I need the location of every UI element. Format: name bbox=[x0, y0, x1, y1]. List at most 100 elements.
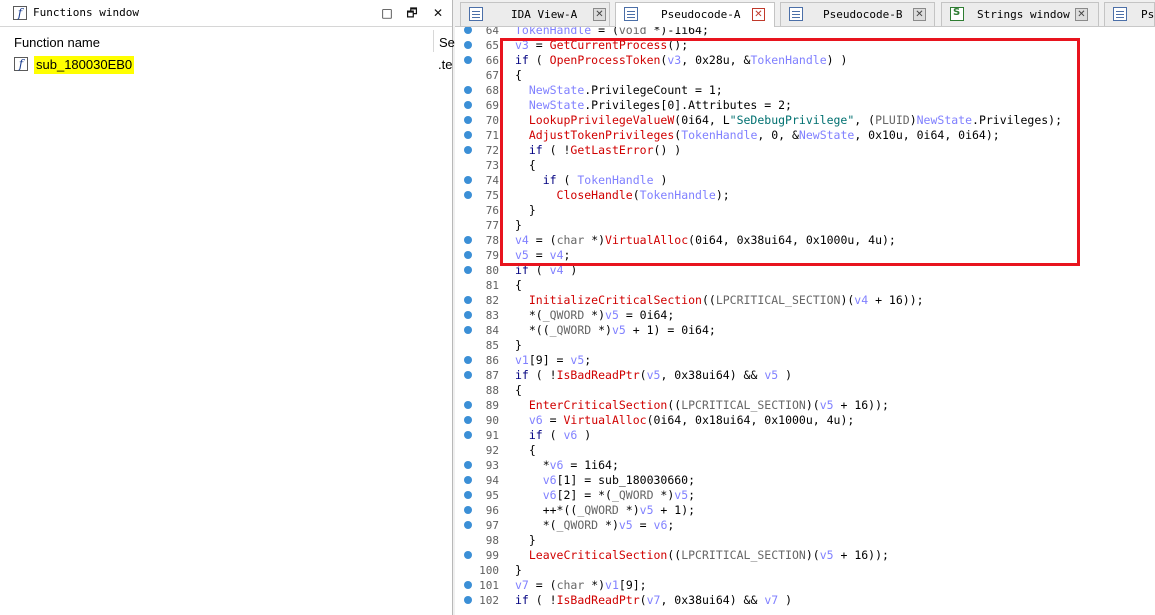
code-text[interactable]: *((_QWORD *)v5 + 1) = 0i64; bbox=[515, 323, 716, 338]
breakpoint-dot-icon[interactable] bbox=[464, 236, 472, 244]
close-tab-icon[interactable]: ✕ bbox=[593, 8, 606, 21]
tab-strings-window[interactable]: Strings window ✕ bbox=[941, 2, 1099, 26]
code-text[interactable]: CloseHandle(TokenHandle); bbox=[515, 188, 730, 203]
function-name[interactable]: sub_180030EB0 bbox=[34, 56, 135, 74]
code-line[interactable]: 71 AdjustTokenPrivileges(TokenHandle, 0,… bbox=[455, 128, 1155, 143]
float-window-icon[interactable]: 🗗 bbox=[404, 5, 420, 21]
column-header-segment[interactable]: Se bbox=[439, 35, 455, 50]
code-text[interactable]: } bbox=[515, 338, 522, 353]
code-line[interactable]: 66 if ( OpenProcessToken(v3, 0x28u, &Toke… bbox=[455, 53, 1155, 68]
breakpoint-dot-icon[interactable] bbox=[464, 56, 472, 64]
code-text[interactable]: NewState.Privileges[0].Attributes = 2; bbox=[515, 98, 792, 113]
code-line[interactable]: 74 if ( TokenHandle ) bbox=[455, 173, 1155, 188]
breakpoint-dot-icon[interactable] bbox=[464, 371, 472, 379]
code-text[interactable]: v6[2] = *(_QWORD *)v5; bbox=[515, 488, 695, 503]
code-text[interactable]: v6 = VirtualAlloc(0i64, 0x18ui64, 0x1000… bbox=[515, 413, 854, 428]
breakpoint-dot-icon[interactable] bbox=[464, 521, 472, 529]
code-text[interactable]: } bbox=[515, 218, 522, 233]
code-line[interactable]: 86 v1[9] = v5; bbox=[455, 353, 1155, 368]
code-line[interactable]: 99 LeaveCriticalSection((LPCRITICAL_SECT… bbox=[455, 548, 1155, 563]
code-text[interactable]: } bbox=[515, 533, 536, 548]
code-line[interactable]: 77} bbox=[455, 218, 1155, 233]
code-line[interactable]: 73 { bbox=[455, 158, 1155, 173]
functions-window-titlebar[interactable]: f Functions window □ 🗗 ✕ bbox=[0, 0, 452, 27]
code-text[interactable]: if ( v4 ) bbox=[515, 263, 577, 278]
code-text[interactable]: ++*((_QWORD *)v5 + 1); bbox=[515, 503, 695, 518]
code-text[interactable]: NewState.PrivilegeCount = 1; bbox=[515, 83, 723, 98]
code-text[interactable]: { bbox=[515, 158, 536, 173]
function-list-item[interactable]: f sub_180030EB0 .te bbox=[12, 56, 452, 74]
code-line[interactable]: 79 v5 = v4; bbox=[455, 248, 1155, 263]
code-line[interactable]: 82 InitializeCriticalSection((LPCRITICAL… bbox=[455, 293, 1155, 308]
breakpoint-dot-icon[interactable] bbox=[464, 326, 472, 334]
breakpoint-dot-icon[interactable] bbox=[464, 416, 472, 424]
code-line[interactable]: 69 NewState.Privileges[0].Attributes = 2… bbox=[455, 98, 1155, 113]
code-text[interactable]: TokenHandle = (void *)-1i64; bbox=[515, 27, 709, 38]
code-text[interactable]: *v6 = 1i64; bbox=[515, 458, 619, 473]
code-text[interactable]: { bbox=[515, 278, 522, 293]
pseudocode-view[interactable]: 64 TokenHandle = (void *)-1i64; 65 v3 = Get… bbox=[455, 27, 1155, 615]
breakpoint-dot-icon[interactable] bbox=[464, 101, 472, 109]
breakpoint-dot-icon[interactable] bbox=[464, 191, 472, 199]
code-text[interactable]: { bbox=[515, 68, 522, 83]
breakpoint-dot-icon[interactable] bbox=[464, 116, 472, 124]
breakpoint-dot-icon[interactable] bbox=[464, 356, 472, 364]
code-line[interactable]: 95 v6[2] = *(_QWORD *)v5; bbox=[455, 488, 1155, 503]
code-line[interactable]: 89 EnterCriticalSection((LPCRITICAL_SECT… bbox=[455, 398, 1155, 413]
code-text[interactable]: } bbox=[515, 563, 522, 578]
code-text[interactable]: *(_QWORD *)v5 = 0i64; bbox=[515, 308, 674, 323]
breakpoint-dot-icon[interactable] bbox=[464, 146, 472, 154]
code-line[interactable]: 92 { bbox=[455, 443, 1155, 458]
tab-pseudocode-a[interactable]: Pseudocode-A ✕ bbox=[615, 2, 775, 27]
breakpoint-dot-icon[interactable] bbox=[464, 506, 472, 514]
breakpoint-dot-icon[interactable] bbox=[464, 581, 472, 589]
breakpoint-dot-icon[interactable] bbox=[464, 431, 472, 439]
breakpoint-dot-icon[interactable] bbox=[464, 401, 472, 409]
code-line[interactable]: 93 *v6 = 1i64; bbox=[455, 458, 1155, 473]
tab-ida-view-a[interactable]: IDA View-A ✕ bbox=[460, 2, 610, 26]
breakpoint-dot-icon[interactable] bbox=[464, 596, 472, 604]
code-line[interactable]: 102 if ( !IsBadReadPtr(v7, 0x38ui64) && v… bbox=[455, 593, 1155, 608]
code-text[interactable]: LeaveCriticalSection((LPCRITICAL_SECTION… bbox=[515, 548, 889, 563]
code-text[interactable]: v1[9] = v5; bbox=[515, 353, 591, 368]
close-tab-icon[interactable]: ✕ bbox=[1075, 8, 1088, 21]
code-text[interactable]: if ( OpenProcessToken(v3, 0x28u, &TokenH… bbox=[515, 53, 847, 68]
code-line[interactable]: 98 } bbox=[455, 533, 1155, 548]
pin-window-icon[interactable]: □ bbox=[379, 5, 395, 21]
breakpoint-dot-icon[interactable] bbox=[464, 266, 472, 274]
close-window-icon[interactable]: ✕ bbox=[430, 5, 446, 21]
code-line[interactable]: 101 v7 = (char *)v1[9]; bbox=[455, 578, 1155, 593]
code-text[interactable]: v3 = GetCurrentProcess(); bbox=[515, 38, 688, 53]
breakpoint-dot-icon[interactable] bbox=[464, 86, 472, 94]
code-line[interactable]: 87 if ( !IsBadReadPtr(v5, 0x38ui64) && v5… bbox=[455, 368, 1155, 383]
code-line[interactable]: 76 } bbox=[455, 203, 1155, 218]
code-line[interactable]: 88 { bbox=[455, 383, 1155, 398]
code-text[interactable]: if ( !IsBadReadPtr(v7, 0x38ui64) && v7 ) bbox=[515, 593, 792, 608]
code-line[interactable]: 83 *(_QWORD *)v5 = 0i64; bbox=[455, 308, 1155, 323]
close-tab-icon[interactable]: ✕ bbox=[913, 8, 926, 21]
code-text[interactable]: v6[1] = sub_180030660; bbox=[515, 473, 695, 488]
code-line[interactable]: 85} bbox=[455, 338, 1155, 353]
code-line[interactable]: 97 *(_QWORD *)v5 = v6; bbox=[455, 518, 1155, 533]
code-line[interactable]: 75 CloseHandle(TokenHandle); bbox=[455, 188, 1155, 203]
breakpoint-dot-icon[interactable] bbox=[464, 476, 472, 484]
code-text[interactable]: { bbox=[515, 443, 536, 458]
breakpoint-dot-icon[interactable] bbox=[464, 251, 472, 259]
code-text[interactable]: EnterCriticalSection((LPCRITICAL_SECTION… bbox=[515, 398, 889, 413]
code-line[interactable]: 72 if ( !GetLastError() ) bbox=[455, 143, 1155, 158]
code-text[interactable]: { bbox=[515, 383, 522, 398]
code-line[interactable]: 94 v6[1] = sub_180030660; bbox=[455, 473, 1155, 488]
breakpoint-dot-icon[interactable] bbox=[464, 176, 472, 184]
column-divider[interactable] bbox=[433, 30, 434, 52]
code-text[interactable]: v7 = (char *)v1[9]; bbox=[515, 578, 647, 593]
code-line[interactable]: 81 { bbox=[455, 278, 1155, 293]
code-text[interactable]: if ( !IsBadReadPtr(v5, 0x38ui64) && v5 ) bbox=[515, 368, 792, 383]
code-text[interactable]: } bbox=[515, 203, 536, 218]
column-header-function-name[interactable]: Function name bbox=[14, 35, 100, 50]
code-line[interactable]: 80 if ( v4 ) bbox=[455, 263, 1155, 278]
code-line[interactable]: 96 ++*((_QWORD *)v5 + 1); bbox=[455, 503, 1155, 518]
code-line[interactable]: 90 v6 = VirtualAlloc(0i64, 0x18ui64, 0x1… bbox=[455, 413, 1155, 428]
code-text[interactable]: v4 = (char *)VirtualAlloc(0i64, 0x38ui64… bbox=[515, 233, 896, 248]
tab-pseudocode-overflow[interactable]: Ps bbox=[1104, 2, 1155, 26]
code-text[interactable]: v5 = v4; bbox=[515, 248, 570, 263]
